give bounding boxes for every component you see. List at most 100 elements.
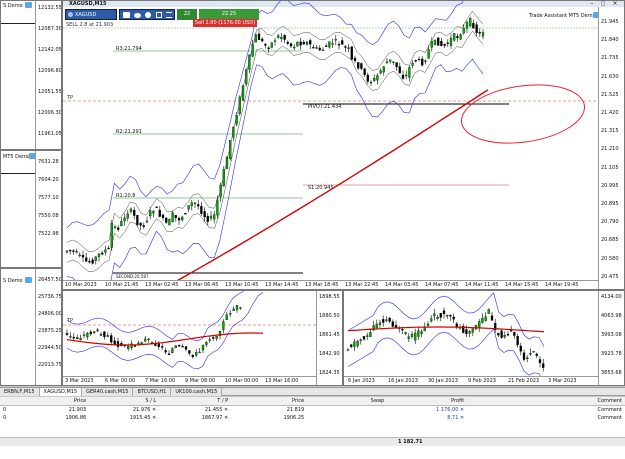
candle	[283, 34, 286, 40]
candle	[376, 75, 379, 81]
close-icon[interactable]: ✕	[460, 407, 464, 413]
tool-buttons	[119, 9, 175, 20]
tab-btcusd-h1[interactable]: BTCUSD,H1	[133, 388, 172, 396]
candle	[369, 81, 373, 84]
camera-icon[interactable]	[123, 12, 130, 18]
eye-icon[interactable]	[134, 13, 141, 18]
header-price[interactable]: Price	[9, 397, 90, 406]
symbol-box[interactable]: XAGUSD	[65, 9, 117, 20]
candle	[152, 210, 155, 214]
main-chart-window[interactable]: XAGUSD,M15 – □ × XAGUSD 22 22.25 Sell 2.…	[62, 0, 625, 290]
time-tick-label: 13 Mar 14:45	[265, 282, 299, 288]
sell-info[interactable]: Sell 2.80 (1176.00 USD)	[193, 19, 257, 27]
chart-window-left-bot[interactable]: S Demo 26457.50 25736.75 24806.00 23875.25 2…	[0, 268, 62, 386]
candle	[113, 226, 117, 229]
candle	[212, 337, 215, 339]
candle	[174, 345, 177, 348]
price-tick-label: 7604.20	[38, 177, 59, 183]
candle	[139, 222, 142, 226]
candle	[187, 205, 190, 210]
candle	[101, 252, 104, 255]
candle	[110, 335, 113, 343]
header-comment[interactable]: Comment	[467, 397, 625, 406]
grid-icon[interactable]	[156, 12, 162, 18]
ea-icon[interactable]	[25, 2, 32, 8]
ea-label: MT5 Demo	[3, 154, 30, 160]
close-icon[interactable]: ✕	[152, 415, 156, 421]
price-tick-label: 24806.00	[38, 311, 62, 317]
candle	[478, 32, 481, 34]
candle	[85, 257, 88, 262]
candle	[532, 351, 535, 353]
candle	[462, 27, 465, 34]
tab-ger40-cash-m15[interactable]: GER40.cash,M15	[82, 388, 134, 396]
sell-info-text: Sell 2.80 (1176.00 USD)	[194, 20, 256, 26]
price-tick-label: 12142.05	[38, 47, 62, 53]
candle	[360, 63, 363, 69]
chart-window-xauusd[interactable]: TP 1898.55 1880.50 1861.45 1842.90 1824.35 3…	[62, 290, 343, 386]
candle	[72, 336, 75, 339]
buy-number: 22	[183, 11, 191, 17]
candle	[91, 259, 94, 264]
close-icon[interactable]: ✕	[224, 415, 228, 421]
header-sl[interactable]: S / L	[89, 397, 160, 406]
candle	[193, 202, 197, 205]
chart-window-index[interactable]: 4134.00 4063.98 3993.08 3923.78 3853.68 6 Ja…	[343, 290, 625, 386]
header-price2[interactable]: Price	[231, 397, 308, 406]
candle	[452, 316, 455, 320]
candle	[481, 32, 485, 37]
close-icon[interactable]: ✕	[152, 407, 156, 413]
time-axis[interactable]: 6 Jan 2023 16 Jan 2023 30 Jan 2023 9 Feb 20…	[344, 376, 598, 385]
price-chart[interactable]	[63, 1, 600, 283]
price-axis[interactable]: 1898.55 1880.50 1861.45 1842.90 1824.35	[316, 291, 342, 385]
candle	[174, 215, 177, 219]
candle	[321, 49, 325, 52]
price-axis[interactable]: 4134.00 4063.98 3993.08 3923.78 3853.68	[598, 291, 624, 385]
chart-window-left-mid[interactable]: MT5 Demo 7631.28 7604.20 7577.10 7550.08 752…	[0, 150, 62, 268]
tab-xagusd-m15[interactable]: XAGUSD,M15	[39, 388, 83, 396]
price-axis: 7631.28 7604.20 7577.10 7550.08 7522.98	[35, 151, 61, 267]
header-swap[interactable]: Swap	[307, 397, 388, 406]
tab-erbn-f-m15[interactable]: ERBN,F,M15	[0, 388, 40, 396]
chart-line	[1, 23, 37, 24]
lines-icon[interactable]	[166, 12, 172, 18]
candle	[353, 341, 356, 348]
price-chart[interactable]	[344, 291, 600, 378]
candle	[315, 47, 318, 49]
ea-label: S Demo	[3, 278, 23, 284]
price-tick-label: 25736.75	[38, 294, 62, 300]
candle	[334, 38, 337, 41]
candle	[75, 251, 78, 253]
time-tick-label: 21 Feb 2023	[508, 378, 540, 384]
candle	[299, 41, 302, 46]
price-tick-label: 20.580	[601, 255, 619, 262]
header-tp[interactable]: T / P	[159, 397, 232, 406]
header-profit[interactable]: Profit	[387, 397, 468, 406]
gear-icon[interactable]	[145, 12, 151, 18]
cell-tp: 21.455 ✕	[159, 406, 231, 415]
candle	[472, 23, 475, 29]
candle	[392, 61, 395, 63]
close-icon[interactable]: ✕	[460, 415, 464, 421]
candle	[490, 315, 494, 321]
candle	[65, 250, 69, 253]
table-row[interactable]: 0 1906.86 1915.45 ✕ 1867.97 ✕ 1906.25 8.…	[0, 414, 625, 422]
close-icon[interactable]: ✕	[224, 407, 228, 413]
candle	[341, 40, 344, 45]
price-tick-label: 20.685	[601, 237, 619, 244]
band-inner-lower	[66, 30, 484, 272]
chart-window-left-top[interactable]: S Demo 12132.55 12087.30 12142.05 12096.80 1…	[0, 0, 62, 150]
candle	[117, 227, 120, 230]
price-axis[interactable]: 21.945 21.840 21.735 21.630 21.525 21.420 21.3…	[598, 7, 624, 289]
price-tick-label: 7522.98	[38, 231, 59, 237]
ea-icon[interactable]	[25, 277, 32, 283]
price-axis: 26457.50 25736.75 24806.00 23875.25 22944.50…	[35, 269, 61, 385]
tab-uk100-cash-m15[interactable]: UK100.cash,M15	[171, 388, 223, 396]
time-axis[interactable]: 3 Mar 2023 6 Mar 00:00 7 Mar 16:00 9 Mar 08…	[63, 376, 316, 385]
price-chart[interactable]	[63, 291, 318, 378]
candle	[401, 74, 405, 79]
time-axis[interactable]: 10 Mar 2023 10 Mar 21:45 13 Mar 02:45 13 Ma…	[63, 280, 598, 289]
table-row[interactable]: 0 21.903 21.976 ✕ 21.455 ✕ 21.819 1 176.…	[0, 406, 625, 415]
candle	[408, 67, 411, 78]
price-tick-label: 12087.30	[38, 26, 62, 32]
